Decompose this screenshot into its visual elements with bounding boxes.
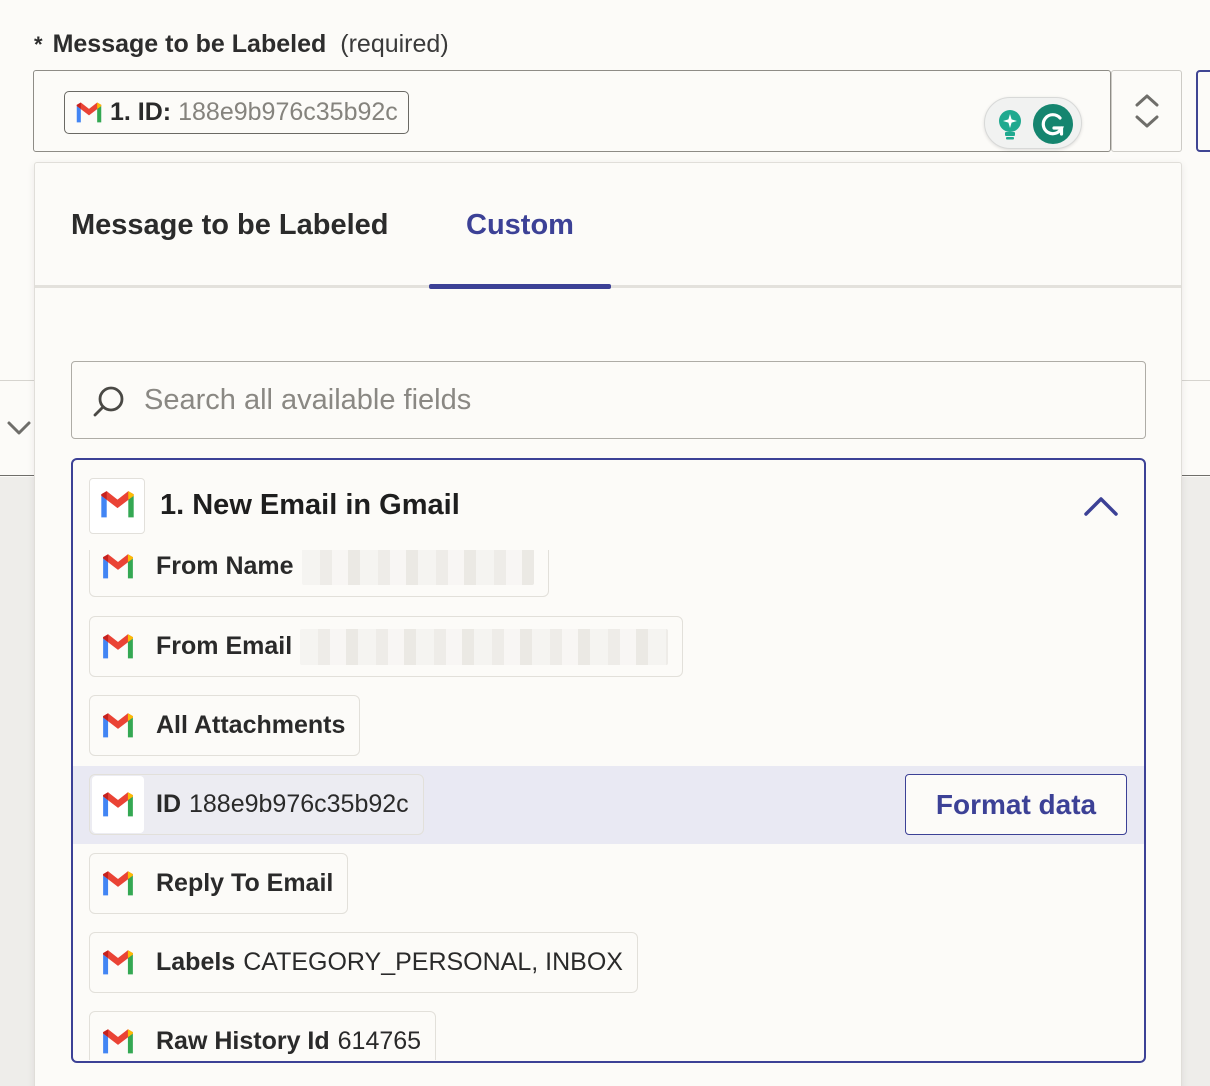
field-key: From Email (156, 632, 293, 660)
active-tab-indicator (429, 284, 611, 289)
field-chip[interactable]: From Email (89, 616, 684, 677)
field-chip[interactable]: Reply To Email (89, 853, 349, 914)
list-item-reply-to-email[interactable]: Reply To Email (73, 853, 1144, 931)
format-data-button[interactable]: Format data (905, 774, 1127, 835)
field-chip[interactable]: From Name (89, 550, 549, 597)
tab-custom[interactable]: Custom (466, 209, 574, 242)
gmail-icon (92, 855, 144, 912)
field-key: Labels (156, 948, 236, 976)
field-key: Raw History Id (156, 1027, 330, 1055)
group-title: 1. New Email in Gmail (160, 489, 460, 521)
redacted-value (300, 628, 669, 665)
gmail-icon (92, 550, 144, 595)
field-chip[interactable]: Raw History Id 614765 (89, 1011, 437, 1060)
gmail-icon (76, 102, 102, 122)
side-button[interactable] (1196, 70, 1210, 152)
field-value: 188e9b976c35b92c (189, 790, 409, 818)
tab-message-to-be-labeled[interactable]: Message to be Labeled (71, 209, 389, 242)
field-picker-dropdown: Message to be Labeled Custom 1. New Emai… (34, 162, 1182, 1086)
list-item-id[interactable]: ID 188e9b976c35b92c Format data (73, 766, 1144, 844)
pill-key: 1. ID: (110, 98, 172, 126)
gmail-step-group: 1. New Email in Gmail From Name From Ema… (71, 458, 1146, 1063)
redacted-value (301, 550, 534, 585)
gmail-icon (92, 776, 144, 833)
gmail-logo (89, 478, 145, 534)
grammarly-widget[interactable] (984, 97, 1082, 149)
field-label: * Message to be Labeled (required) (34, 30, 449, 59)
stepper-icon (1135, 94, 1159, 128)
field-key: ID (156, 790, 181, 818)
list-item-all-attachments[interactable]: All Attachments (73, 695, 1144, 773)
field-value: 614765 (337, 1027, 422, 1055)
search-icon (93, 386, 124, 417)
message-field-input[interactable]: 1. ID: 188e9b976c35b92c (33, 70, 1111, 152)
required-text: (required) (340, 30, 449, 58)
list-item-labels[interactable]: Labels CATEGORY_PERSONAL, INBOX (73, 932, 1144, 1010)
stepper-button[interactable] (1111, 70, 1182, 152)
gmail-icon (92, 934, 144, 991)
field-chip[interactable]: ID 188e9b976c35b92c (89, 774, 424, 835)
field-key: All Attachments (156, 711, 346, 739)
search-box[interactable] (71, 361, 1146, 439)
chevron-down-icon[interactable] (6, 418, 32, 438)
list-item-from-name[interactable]: From Name (73, 550, 1144, 614)
gmail-icon (92, 1013, 144, 1060)
gmail-icon (92, 618, 144, 675)
field-chip[interactable]: Labels CATEGORY_PERSONAL, INBOX (89, 932, 638, 993)
group-header[interactable]: 1. New Email in Gmail (73, 460, 1144, 550)
list-item-raw-history-id[interactable]: Raw History Id 614765 (73, 1011, 1144, 1060)
chevron-up-icon[interactable] (1082, 494, 1120, 518)
field-key: From Name (156, 552, 294, 580)
gmail-icon (92, 697, 144, 754)
field-chip[interactable]: All Attachments (89, 695, 361, 756)
field-value: CATEGORY_PERSONAL, INBOX (243, 948, 623, 976)
search-input[interactable] (144, 376, 1104, 424)
gmail-icon (101, 491, 134, 518)
field-list: From Name From Email All Attachments ID … (73, 550, 1144, 1060)
grammarly-bulb-icon[interactable] (994, 108, 1026, 140)
pill-value: 188e9b976c35b92c (178, 98, 398, 126)
field-label-text: Message to be Labeled (52, 30, 327, 58)
mapped-field-pill[interactable]: 1. ID: 188e9b976c35b92c (64, 91, 409, 134)
grammarly-g-icon[interactable] (1033, 104, 1073, 144)
tab-bar: Message to be Labeled Custom (35, 163, 1181, 289)
list-item-from-email[interactable]: From Email (73, 616, 1144, 694)
required-marker: * (34, 32, 43, 57)
field-key: Reply To Email (156, 869, 334, 897)
